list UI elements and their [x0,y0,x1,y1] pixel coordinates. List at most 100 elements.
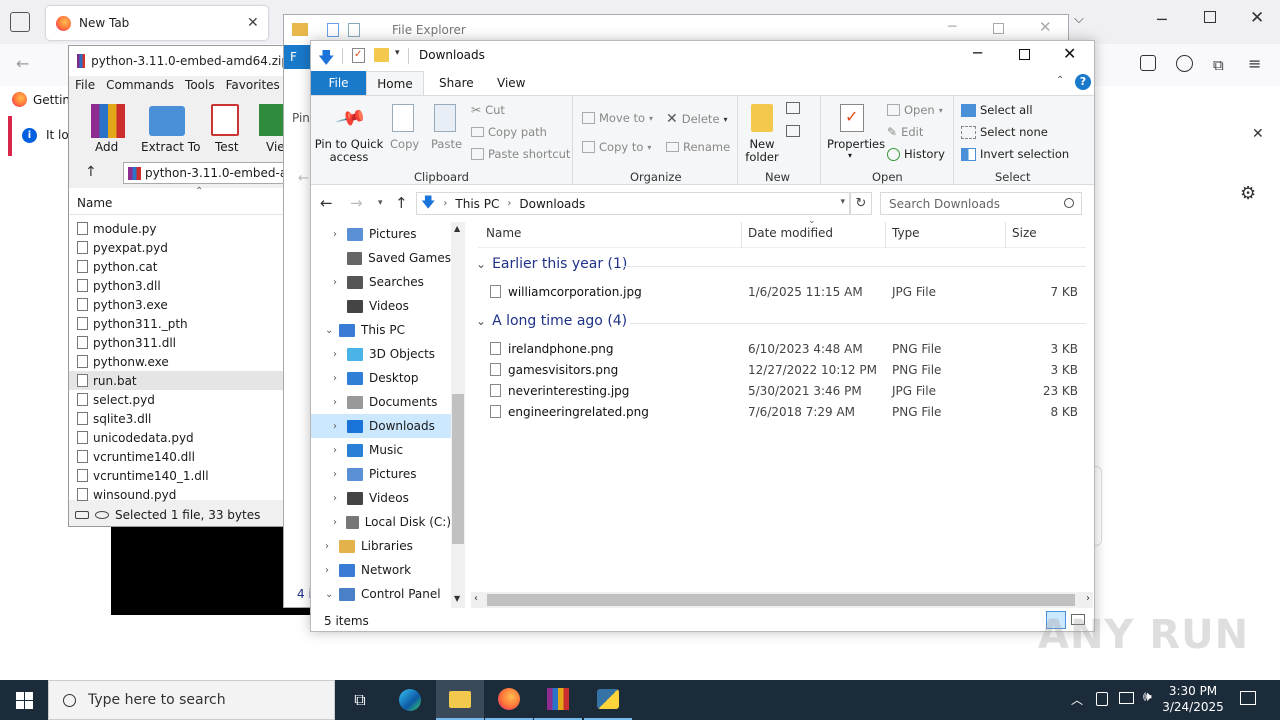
winrar-file-row[interactable]: python3.dll [77,276,277,295]
taskbar-search-box[interactable]: Type here to search [48,680,335,720]
tab-file[interactable]: File [311,71,366,95]
back-icon[interactable]: ← [16,54,29,73]
list-all-tabs-icon[interactable]: ⌵ [1074,12,1084,27]
winrar-file-row[interactable]: module.py [77,219,277,238]
column-name[interactable]: Name [77,196,112,210]
expand-chevron-icon[interactable]: › [333,397,341,408]
extract-to-button[interactable]: Extract To [141,140,200,154]
close-icon[interactable]: ✕ [1063,44,1076,63]
winrar-file-row[interactable]: select.pyd [77,390,277,409]
rename-button[interactable]: Rename [666,140,730,154]
winrar-file-row[interactable]: winsound.pyd [77,485,277,504]
menu-icon[interactable]: ≡ [1248,54,1261,73]
winrar-file-row[interactable]: python3.exe [77,295,277,314]
up-icon[interactable]: ↑ [395,194,408,212]
expand-chevron-icon[interactable]: › [333,229,341,240]
group-header[interactable]: ⌄ A long time ago (4) [476,313,627,329]
collapse-chevron-icon[interactable]: ⌄ [325,325,333,336]
paste-icon[interactable] [434,104,456,132]
nav-item-videos[interactable]: › Videos [311,486,451,510]
delete-button[interactable]: ✕ Delete ▾ [666,111,728,127]
new-item-icon[interactable] [786,102,800,114]
select-none-button[interactable]: Select none [961,125,1048,139]
expand-chevron-icon[interactable]: › [333,373,341,384]
start-button[interactable] [0,680,48,720]
refresh-icon[interactable]: ↻ [850,192,872,215]
forward-icon[interactable]: → [350,194,363,212]
network-icon[interactable] [1119,692,1134,704]
nav-item-desktop[interactable]: › Desktop [311,366,451,390]
add-button[interactable]: Add [95,140,118,154]
extract-to-icon[interactable] [149,106,185,136]
nav-item-libraries[interactable]: › Libraries [311,534,451,558]
pin-to-quick-access-button[interactable]: Pin to Quick access [314,138,384,164]
copy-icon[interactable] [392,104,414,132]
address-dropdown-icon[interactable]: ▾ [840,197,845,207]
tab-share[interactable]: Share [439,76,474,90]
nav-item-documents[interactable]: › Documents [311,390,451,414]
close-icon[interactable]: ✕ [1250,8,1264,28]
group-header[interactable]: ⌄ Earlier this year (1) [476,256,627,272]
easy-access-icon[interactable] [786,125,800,137]
add-archive-icon[interactable] [91,104,125,138]
column-name[interactable]: Name [486,226,521,240]
expand-chevron-icon[interactable]: › [333,469,341,480]
winrar-taskbar-button[interactable] [534,680,582,720]
copy-to-button[interactable]: Copy to ▾ [582,140,651,154]
select-all-button[interactable]: Select all [961,103,1033,117]
column-type[interactable]: Type [892,226,920,240]
properties-dropdown-icon[interactable]: ▾ [848,151,852,160]
minimize-icon[interactable]: ─ [973,44,982,62]
nav-item-pictures[interactable]: › Pictures [311,462,451,486]
group-collapse-chevron-icon[interactable]: ⌄ [476,257,486,271]
new-folder-button[interactable]: New folder [742,138,782,164]
winrar-file-row[interactable]: vcruntime140.dll [77,447,277,466]
winrar-file-row[interactable]: sqlite3.dll [77,409,277,428]
nav-item-network[interactable]: › Network [311,558,451,582]
edge-taskbar-button[interactable] [386,680,434,720]
test-icon[interactable] [211,104,239,136]
tab-list-icon[interactable] [10,12,30,32]
column-date-modified[interactable]: Date modified [748,226,833,240]
copy-path-button[interactable]: Copy path [471,125,547,139]
pocket-icon[interactable] [1140,55,1156,71]
volume-icon[interactable]: 🕪 [1143,689,1152,705]
properties-icon[interactable]: ✓ [840,104,864,132]
nav-item-videos[interactable]: Videos [311,294,451,318]
winrar-file-row[interactable]: python311.dll [77,333,277,352]
properties-quick-icon[interactable]: ✓ [352,48,365,63]
invert-selection-button[interactable]: Invert selection [961,147,1069,161]
account-icon[interactable] [1176,55,1193,72]
up-folder-icon[interactable]: ↑ [85,164,97,180]
new-folder-quick-icon[interactable] [374,48,389,62]
nav-item-downloads[interactable]: › Downloads [311,414,451,438]
winrar-path-box[interactable]: python-3.11.0-embed-am [123,162,289,184]
cut-button[interactable]: ✂ Cut [471,103,505,117]
back-maximize-icon[interactable] [993,23,1004,34]
tab-home[interactable]: Home [366,71,424,96]
minimize-icon[interactable]: ─ [1157,10,1167,29]
expand-chevron-icon[interactable]: › [325,565,333,576]
maximize-icon[interactable] [1019,49,1030,60]
back-minimize-icon[interactable]: ─ [948,19,956,35]
expand-chevron-icon[interactable]: › [325,541,333,552]
collapse-ribbon-icon[interactable]: ⌃ [1056,75,1064,86]
breadcrumb-this-pc[interactable]: This PC [455,197,499,211]
winrar-file-row[interactable]: python.cat [77,257,277,276]
paste-button[interactable]: Paste [431,137,462,151]
winrar-file-row[interactable]: pyexpat.pyd [77,238,277,257]
search-box[interactable]: Search Downloads [880,192,1082,215]
notification-close-icon[interactable]: ✕ [1252,126,1264,142]
meet-now-icon[interactable] [1096,692,1108,706]
restore-icon[interactable] [1204,11,1216,23]
address-bar[interactable]: 🡇 › This PC › Downloads ▾ [416,192,850,215]
nav-item-searches[interactable]: › Searches [311,270,451,294]
nav-item-local-disk-c[interactable]: › Local Disk (C:) [311,510,451,534]
winrar-file-row[interactable]: python311._pth [77,314,277,333]
horizontal-scrollbar[interactable]: ‹ › [471,592,1093,608]
file-row[interactable]: gamesvisitors.png 12/27/2022 10:12 PM PNG … [490,360,1080,381]
settings-gear-icon[interactable]: ⚙ [1240,183,1256,204]
file-row[interactable]: irelandphone.png 6/10/2023 4:48 AM PNG Fil… [490,339,1080,360]
back-icon[interactable]: ← [320,194,333,212]
file-explorer-taskbar-button[interactable] [436,680,484,720]
